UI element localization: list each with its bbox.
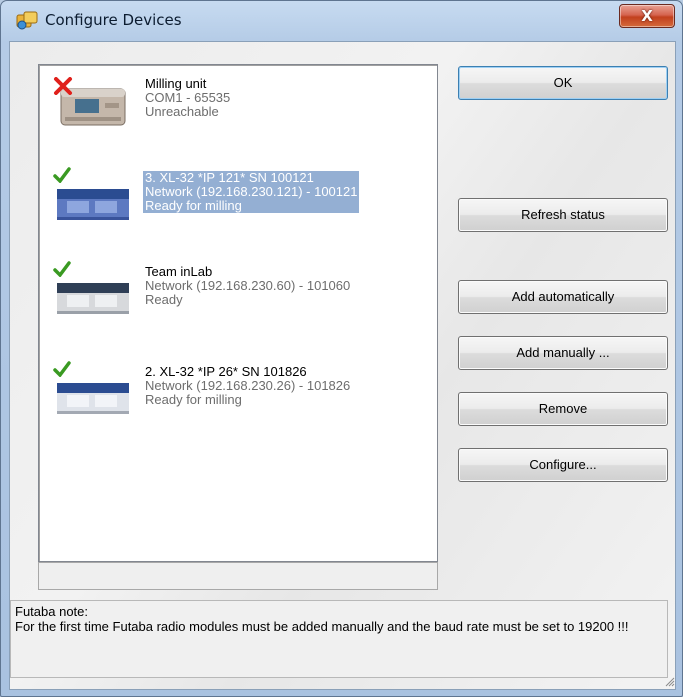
device-name: Team inLab (145, 264, 213, 279)
ok-button[interactable]: OK (458, 66, 668, 100)
window-title: Configure Devices (45, 11, 182, 29)
device-item-milling-unit[interactable]: Milling unit COM1 - 65535 Unreachable (39, 71, 437, 141)
checkmark-icon (53, 261, 71, 277)
device-text: Team inLab Network (192.168.230.60) - 10… (145, 265, 350, 307)
close-button[interactable]: X (619, 4, 675, 28)
device-item-team-inlab[interactable]: Team inLab Network (192.168.230.60) - 10… (39, 259, 437, 329)
device-status: Unreachable (145, 104, 219, 119)
device-connection: Network (192.168.230.60) - 101060 (145, 278, 351, 293)
note-text: For the first time Futaba radio modules … (15, 619, 629, 634)
add-automatically-button[interactable]: Add automatically (458, 280, 668, 314)
devices-app-icon (16, 11, 38, 30)
device-status: Ready for milling (145, 392, 242, 407)
device-text: 2. XL-32 *IP 26* SN 101826 Network (192.… (145, 365, 350, 407)
device-name: Milling unit (145, 76, 207, 91)
configure-button[interactable]: Configure... (458, 448, 668, 482)
device-connection: Network (192.168.230.26) - 101826 (145, 378, 351, 393)
device-connection: Network (192.168.230.121) - 100121 (145, 184, 358, 199)
add-manually-button[interactable]: Add manually ... (458, 336, 668, 370)
dialog-body: Milling unit COM1 - 65535 Unreachable 3.… (9, 41, 676, 690)
device-name: 3. XL-32 *IP 121* SN 100121 (145, 170, 314, 185)
device-status: Ready for milling (145, 198, 242, 213)
device-text: 3. XL-32 *IP 121* SN 100121 Network (192… (143, 170, 360, 213)
refresh-status-button[interactable]: Refresh status (458, 198, 668, 232)
checkmark-icon (53, 167, 71, 183)
device-connection: COM1 - 65535 (145, 90, 231, 105)
close-icon: X (641, 7, 653, 25)
device-name: 2. XL-32 *IP 26* SN 101826 (145, 364, 307, 379)
title-bar[interactable]: Configure Devices X (1, 1, 682, 41)
device-text: Milling unit COM1 - 65535 Unreachable (145, 77, 230, 119)
device-item-xl32-ip26[interactable]: 2. XL-32 *IP 26* SN 101826 Network (192.… (39, 359, 437, 429)
device-item-xl32-ip121[interactable]: 3. XL-32 *IP 121* SN 100121 Network (192… (39, 165, 437, 235)
configure-devices-window: Configure Devices X Milling unit COM1 - … (0, 0, 683, 697)
remove-button[interactable]: Remove (458, 392, 668, 426)
device-list[interactable]: Milling unit COM1 - 65535 Unreachable 3.… (38, 64, 438, 562)
futaba-note: Futaba note: For the first time Futaba r… (10, 600, 668, 678)
status-field (38, 562, 438, 590)
device-status: Ready (145, 292, 183, 307)
resize-grip-icon[interactable] (665, 677, 675, 687)
note-heading: Futaba note: (15, 604, 88, 619)
checkmark-icon (53, 361, 71, 377)
error-x-icon (54, 77, 72, 95)
